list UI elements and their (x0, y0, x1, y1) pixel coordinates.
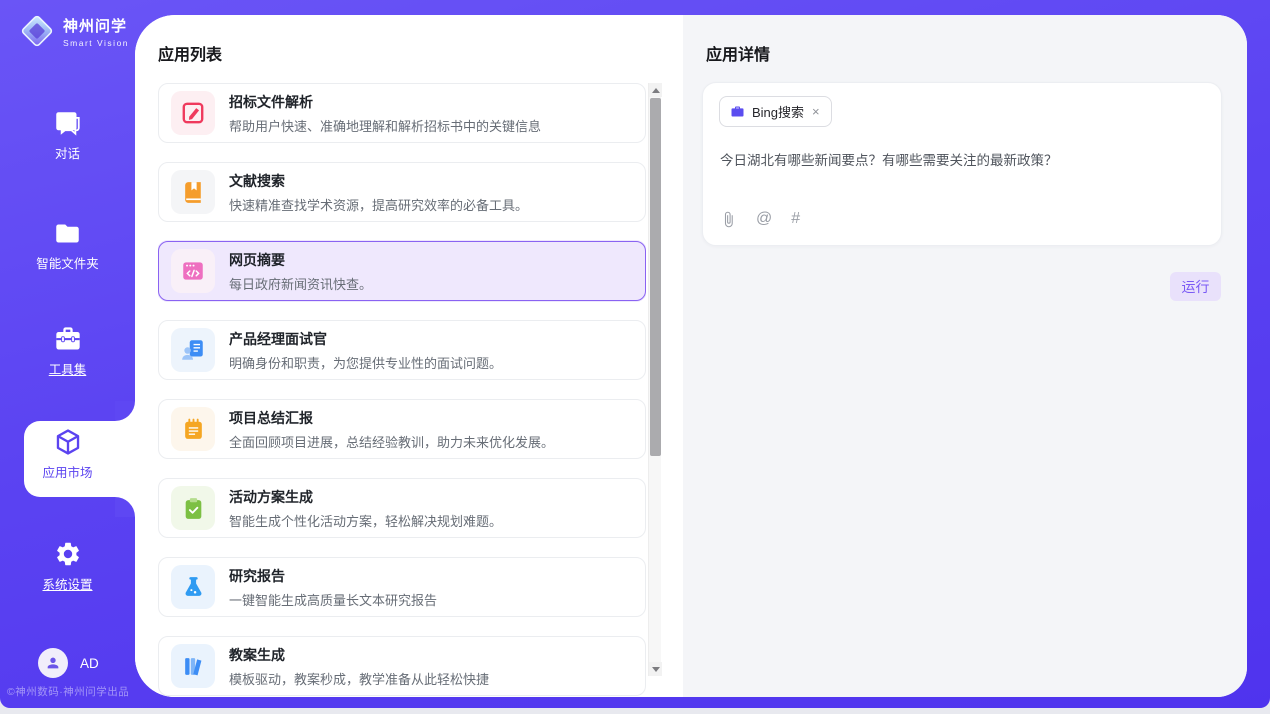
tool-tag-bing-search[interactable]: Bing搜索 × (719, 96, 832, 127)
sidebar: 神州问学 Smart Vision 对话 智能文件夹 工具 (0, 0, 135, 708)
paperclip-icon[interactable] (720, 211, 737, 228)
sidebar-item-label: 对话 (55, 143, 80, 162)
user-initials: AD (80, 656, 99, 671)
toolbox-icon (54, 325, 82, 353)
app-card-bid-analysis[interactable]: 招标文件解析 帮助用户快速、准确地理解和解析招标书中的关键信息 (158, 83, 646, 143)
sidebar-footer: ©神州数码·神州问学出品 (7, 684, 129, 699)
research-icon (181, 575, 206, 600)
sidebar-item-smart-folders[interactable]: 智能文件夹 (0, 220, 135, 272)
app-card-lesson-plan[interactable]: 教案生成 模板驱动，教案秒成，教学准备从此轻松快捷 (158, 636, 646, 696)
app-card-research-report[interactable]: 研究报告 一键智能生成高质量长文本研究报告 (158, 557, 646, 617)
app-detail-panel: 应用详情 Bing搜索 × 今日湖北有哪些新闻要点？有哪些需要关注的最新政策？ … (683, 15, 1247, 697)
app-desc: 一键智能生成高质量长文本研究报告 (229, 590, 437, 609)
main-content: 应用列表 招标文件解析 帮助用户快速、准确地理解和解析招标书中的关键信息 (135, 15, 1247, 697)
app-desc: 明确身份和职责，为您提供专业性的面试问题。 (229, 353, 502, 372)
sidebar-item-chat[interactable]: 对话 (0, 110, 135, 162)
brand-name: 神州问学 (63, 15, 129, 36)
edit-document-icon (180, 100, 206, 126)
app-desc: 每日政府新闻资讯快查。 (229, 274, 372, 293)
cube-icon (54, 428, 82, 456)
user-account[interactable]: AD (38, 648, 99, 678)
gear-icon (54, 540, 82, 568)
app-desc: 智能生成个性化活动方案，轻松解决规划难题。 (229, 511, 502, 530)
sidebar-item-label: 智能文件夹 (36, 253, 99, 272)
chat-icon (54, 110, 81, 137)
avatar (38, 648, 68, 678)
app-list-scrollbar[interactable] (648, 83, 661, 676)
note-icon (181, 417, 206, 442)
app-list-title: 应用列表 (158, 41, 222, 65)
app-list-panel: 应用列表 招标文件解析 帮助用户快速、准确地理解和解析招标书中的关键信息 (135, 15, 683, 697)
query-input[interactable]: 今日湖北有哪些新闻要点？有哪些需要关注的最新政策？ (720, 151, 1201, 171)
sidebar-item-toolset[interactable]: 工具集 (0, 325, 135, 378)
sidebar-item-app-market[interactable]: 应用市场 (0, 428, 135, 481)
app-list: 招标文件解析 帮助用户快速、准确地理解和解析招标书中的关键信息 文献搜索 (158, 83, 646, 697)
books-icon (181, 654, 206, 679)
briefcase-icon (730, 104, 745, 119)
app-card-event-plan[interactable]: 活动方案生成 智能生成个性化活动方案，轻松解决规划难题。 (158, 478, 646, 538)
app-name: 网页摘要 (229, 250, 372, 270)
app-name: 研究报告 (229, 566, 437, 586)
app-name: 文献搜索 (229, 171, 528, 191)
triangle-down-icon (652, 667, 660, 672)
app-detail-title: 应用详情 (706, 41, 770, 65)
sidebar-item-label: 工具集 (49, 359, 87, 378)
app-desc: 全面回顾项目进展，总结经验教训，助力未来优化发展。 (229, 432, 554, 451)
mention-icon[interactable]: @ (756, 210, 772, 228)
scrollbar-thumb[interactable] (650, 98, 661, 456)
tool-tag-label: Bing搜索 (752, 102, 804, 121)
app-frame: 神州问学 Smart Vision 对话 智能文件夹 工具 (0, 0, 1270, 708)
app-name: 活动方案生成 (229, 487, 502, 507)
triangle-up-icon (652, 88, 660, 93)
scroll-up-button[interactable] (649, 83, 662, 97)
query-card: Bing搜索 × 今日湖北有哪些新闻要点？有哪些需要关注的最新政策？ @ # (702, 82, 1222, 246)
app-desc: 模板驱动，教案秒成，教学准备从此轻松快捷 (229, 669, 489, 688)
sidebar-item-label: 系统设置 (42, 574, 92, 593)
app-card-literature-search[interactable]: 文献搜索 快速精准查找学术资源，提高研究效率的必备工具。 (158, 162, 646, 222)
scroll-down-button[interactable] (649, 662, 662, 676)
browser-code-icon (180, 258, 206, 284)
person-icon (45, 655, 61, 671)
run-button[interactable]: 运行 (1170, 272, 1221, 301)
hash-icon[interactable]: # (791, 210, 800, 228)
interviewer-icon (180, 337, 206, 363)
app-desc: 帮助用户快速、准确地理解和解析招标书中的关键信息 (229, 116, 541, 135)
brand-diamond-icon (18, 12, 56, 50)
app-card-pm-interviewer[interactable]: 产品经理面试官 明确身份和职责，为您提供专业性的面试问题。 (158, 320, 646, 380)
app-name: 招标文件解析 (229, 92, 541, 112)
book-icon (181, 180, 206, 205)
app-card-project-summary[interactable]: 项目总结汇报 全面回顾项目进展，总结经验教训，助力未来优化发展。 (158, 399, 646, 459)
brand-subtitle: Smart Vision (63, 38, 129, 48)
folder-icon (54, 220, 81, 247)
app-desc: 快速精准查找学术资源，提高研究效率的必备工具。 (229, 195, 528, 214)
app-name: 教案生成 (229, 645, 489, 665)
tag-close-icon[interactable]: × (811, 105, 821, 118)
app-card-web-summary[interactable]: 网页摘要 每日政府新闻资讯快查。 (158, 241, 646, 301)
sidebar-item-settings[interactable]: 系统设置 (0, 540, 135, 593)
app-name: 产品经理面试官 (229, 329, 502, 349)
input-toolbar: @ # (720, 210, 800, 228)
brand-logo: 神州问学 Smart Vision (18, 12, 129, 50)
sidebar-item-label: 应用市场 (42, 462, 92, 481)
clipboard-check-icon (181, 496, 206, 521)
app-name: 项目总结汇报 (229, 408, 554, 428)
